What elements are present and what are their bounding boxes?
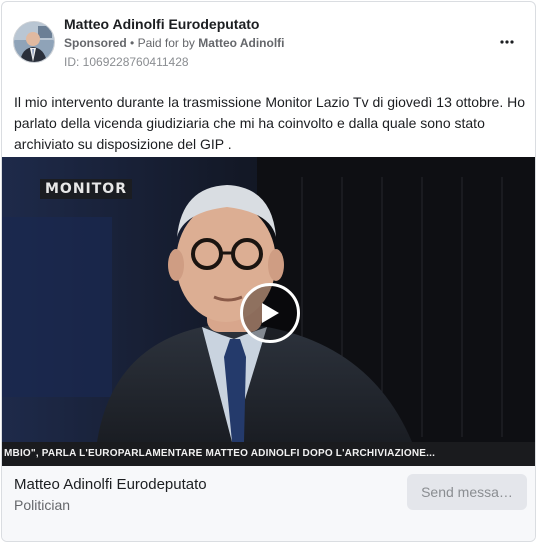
more-options-button[interactable] bbox=[494, 32, 520, 52]
page-category: Politician bbox=[14, 497, 71, 513]
ad-id: ID: 1069228760411428 bbox=[64, 55, 189, 69]
news-ticker: MBIO", PARLA L'EUROPARLAMENTARE MATTEO A… bbox=[2, 442, 535, 466]
page-avatar[interactable] bbox=[13, 21, 55, 63]
ad-header: Matteo Adinolfi Eurodeputato Sponsored •… bbox=[2, 2, 535, 82]
ad-card: Matteo Adinolfi Eurodeputato Sponsored •… bbox=[1, 1, 536, 542]
monitor-tv-logo: MONITOR bbox=[40, 179, 132, 199]
play-button[interactable] bbox=[240, 283, 300, 343]
sponsored-line: Sponsored • Paid for by Matteo Adinolfi bbox=[64, 36, 285, 50]
play-icon bbox=[262, 303, 279, 323]
more-horizontal-icon bbox=[500, 40, 514, 44]
payer-name: Matteo Adinolfi bbox=[198, 36, 285, 50]
video-player[interactable]: MONITOR MBIO", PARLA L'EUROPARLAMENTARE … bbox=[2, 157, 535, 466]
send-message-button[interactable]: Send messa… bbox=[407, 474, 527, 510]
footer-page-name[interactable]: Matteo Adinolfi Eurodeputato bbox=[14, 476, 207, 493]
ad-body-text: Il mio intervento durante la trasmission… bbox=[14, 94, 525, 152]
sponsored-label: Sponsored bbox=[64, 36, 127, 50]
ad-footer: Matteo Adinolfi Eurodeputato Politician … bbox=[2, 466, 535, 541]
meta-separator: • bbox=[130, 36, 135, 50]
paid-for-label: Paid for by bbox=[137, 36, 195, 50]
page-name-link[interactable]: Matteo Adinolfi Eurodeputato bbox=[64, 16, 259, 32]
